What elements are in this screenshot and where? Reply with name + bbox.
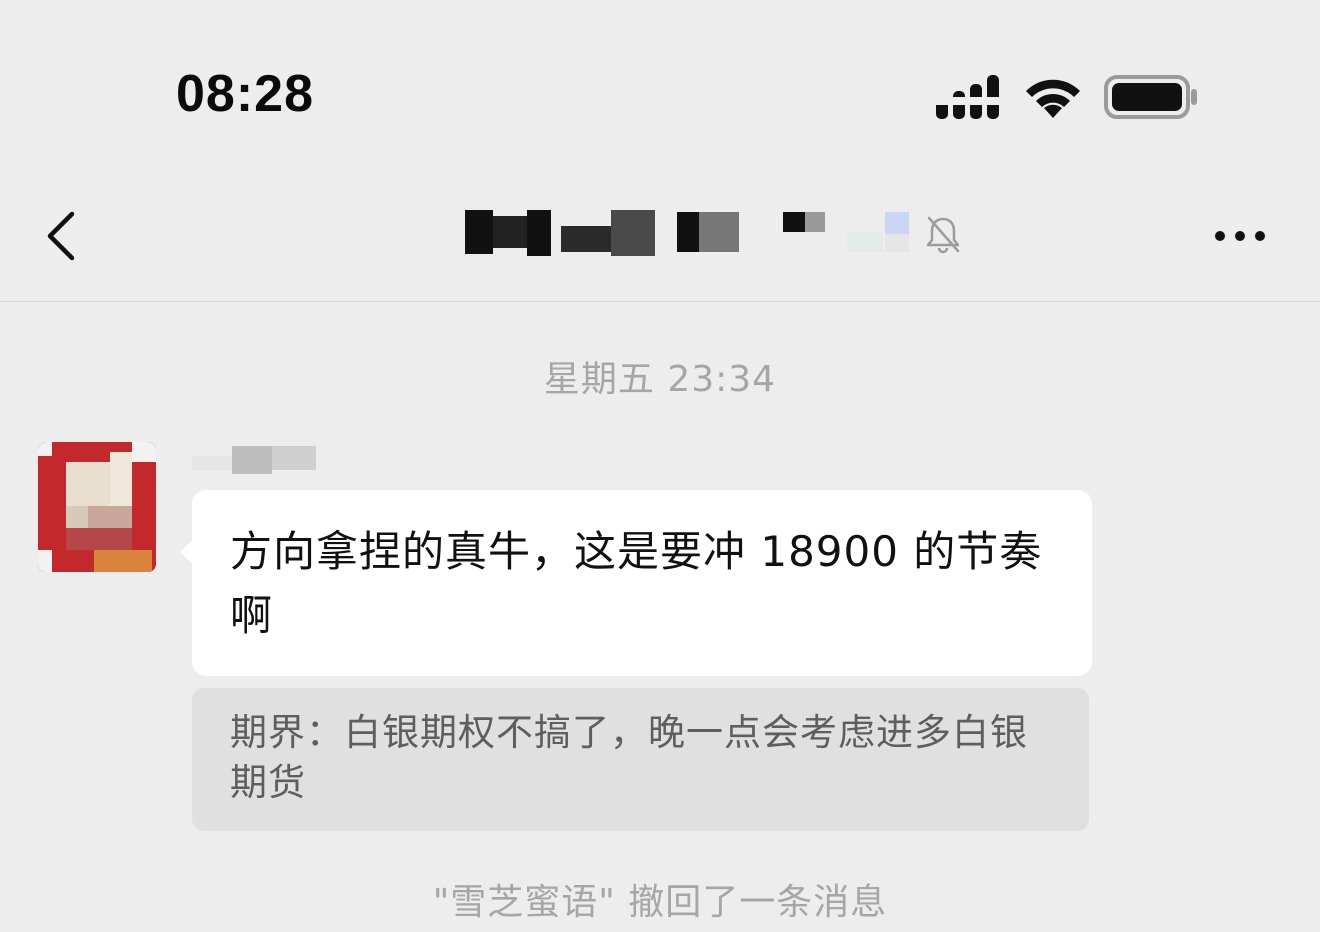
wifi-icon xyxy=(1026,79,1080,118)
avatar-pixel xyxy=(132,442,156,462)
avatar-pixel xyxy=(38,442,52,456)
avatar-pixel xyxy=(88,506,132,528)
obscured-title-block xyxy=(847,232,883,252)
message-timestamp: 星期五 23:34 xyxy=(543,359,777,400)
obscured-title-block xyxy=(783,212,805,232)
message-bubble[interactable]: 方向拿捏的真牛，这是要冲 18900 的节奏啊 xyxy=(180,490,1092,676)
avatar[interactable] xyxy=(38,442,156,572)
obscured-name-block xyxy=(272,446,316,470)
avatar-pixel xyxy=(110,452,132,510)
obscured-title-block xyxy=(493,216,527,248)
battery-icon xyxy=(1104,75,1197,119)
sender-name xyxy=(192,436,322,480)
avatar-pixel xyxy=(66,528,132,550)
obscured-title-block xyxy=(805,212,825,232)
avatar-pixel xyxy=(66,462,110,506)
obscured-title-block xyxy=(885,234,909,252)
quoted-message[interactable]: 期界：白银期权不搞了，晚一点会考虑进多白银期货 xyxy=(192,688,1089,831)
status-bar: 08:28 xyxy=(0,0,1320,180)
avatar-pixel xyxy=(94,550,152,572)
cellular-signal-icon xyxy=(936,75,999,119)
avatar-pixel xyxy=(38,550,52,572)
bell-slash-icon xyxy=(926,216,960,254)
more-dots-icon[interactable] xyxy=(1204,218,1276,254)
bubble-tail xyxy=(180,540,193,564)
obscured-title-block xyxy=(611,210,655,256)
chevron-left-icon[interactable] xyxy=(36,206,96,266)
quoted-message-text: 期界：白银期权不搞了，晚一点会考虑进多白银期货 xyxy=(230,711,1028,804)
obscured-title-block xyxy=(561,226,611,252)
message-text: 方向拿捏的真牛，这是要冲 18900 的节奏啊 xyxy=(230,527,1043,640)
obscured-name-block xyxy=(232,446,272,474)
recall-notice: "雪芝蜜语" 撤回了一条消息 xyxy=(432,882,888,923)
nav-bar xyxy=(0,180,1320,302)
obscured-title-block xyxy=(465,210,493,254)
chat-title xyxy=(465,206,965,266)
obscured-title-block xyxy=(677,212,699,252)
obscured-title-block xyxy=(699,212,739,252)
avatar-pixel xyxy=(66,506,88,528)
obscured-title-block xyxy=(885,212,909,234)
obscured-name-block xyxy=(192,456,232,470)
obscured-title-block xyxy=(527,210,551,256)
status-time: 08:28 xyxy=(176,65,314,123)
